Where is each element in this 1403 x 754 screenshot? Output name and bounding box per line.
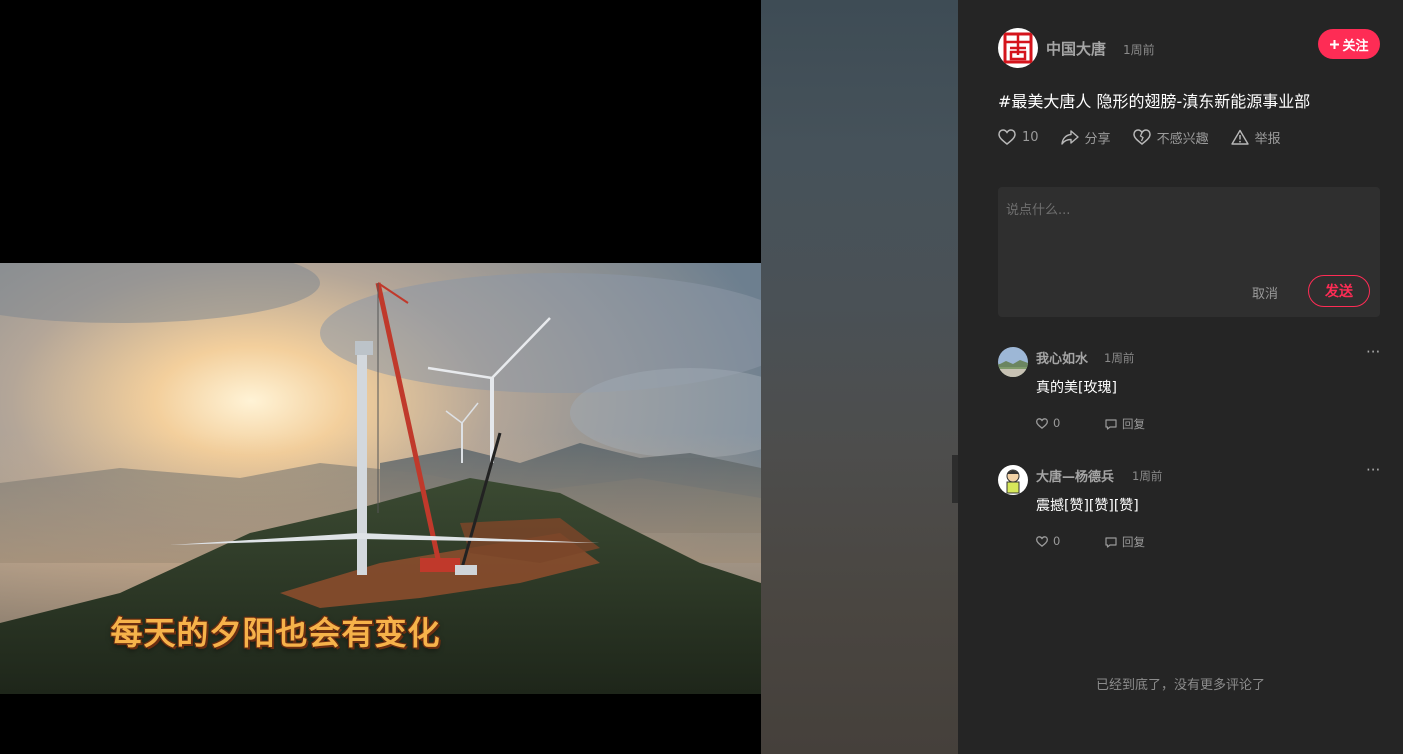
- follow-label: 关注: [1342, 38, 1369, 54]
- reply-label: 回复: [1122, 535, 1145, 549]
- not-interested-label: 不感兴趣: [1156, 131, 1209, 147]
- comment-input[interactable]: [998, 187, 1380, 267]
- action-bar: 10 分享 不感兴趣 举报: [998, 127, 1303, 147]
- more-options-icon[interactable]: ···: [1366, 461, 1380, 479]
- author-avatar[interactable]: [998, 28, 1038, 68]
- warning-icon: [1230, 129, 1249, 145]
- comment-text: 真的美[玫瑰]: [1036, 380, 1117, 396]
- broken-heart-icon: [1132, 129, 1151, 145]
- cancel-button[interactable]: 取消: [1252, 283, 1278, 302]
- like-count: 10: [1022, 129, 1039, 145]
- comment-like-button[interactable]: 0: [1036, 416, 1060, 430]
- end-of-comments-text: 已经到底了，没有更多评论了: [1095, 678, 1265, 693]
- commenter-avatar[interactable]: [998, 465, 1028, 495]
- datang-logo-icon: [1003, 32, 1033, 64]
- post-title: #最美大唐人 隐形的翅膀-滇东新能源事业部: [998, 92, 1311, 111]
- plus-icon: [1330, 39, 1340, 49]
- reply-bubble-icon: [1105, 536, 1117, 548]
- video-subtitle: 每天的夕阳也会有变化: [110, 614, 441, 652]
- comment-reply-button[interactable]: 回复: [1105, 416, 1145, 432]
- send-button[interactable]: 发送: [1308, 275, 1370, 307]
- share-button[interactable]: 分享: [1060, 128, 1111, 147]
- comment-reply-button[interactable]: 回复: [1105, 534, 1145, 550]
- comment-time: 1周前: [1132, 469, 1163, 483]
- comment-panel: 中国大唐 1周前 关注 #最美大唐人 隐形的翅膀-滇东新能源事业部 10 分享 …: [958, 0, 1403, 754]
- share-label: 分享: [1084, 131, 1111, 147]
- comment-like-count: 0: [1053, 416, 1061, 430]
- commenter-avatar[interactable]: [998, 347, 1028, 377]
- reply-label: 回复: [1122, 417, 1145, 431]
- not-interested-button[interactable]: 不感兴趣: [1132, 128, 1209, 147]
- commenter-name[interactable]: 大唐—杨德兵: [1036, 466, 1114, 485]
- comment-like-button[interactable]: 0: [1036, 534, 1060, 548]
- like-button[interactable]: 10: [998, 129, 1039, 145]
- blurred-background: [761, 0, 958, 754]
- post-time: 1周前: [1123, 43, 1155, 57]
- follow-button[interactable]: 关注: [1318, 29, 1380, 59]
- report-button[interactable]: 举报: [1230, 128, 1281, 147]
- author-name[interactable]: 中国大唐: [1046, 38, 1106, 59]
- heart-icon: [1036, 417, 1048, 429]
- share-icon: [1060, 130, 1079, 145]
- more-options-icon[interactable]: ···: [1366, 343, 1380, 361]
- landscape-avatar-icon: [998, 347, 1028, 377]
- comment-time: 1周前: [1104, 351, 1135, 365]
- heart-icon: [1036, 535, 1048, 547]
- reply-bubble-icon: [1105, 418, 1117, 430]
- heart-icon: [998, 129, 1016, 145]
- commenter-name[interactable]: 我心如水: [1036, 348, 1088, 367]
- report-label: 举报: [1254, 131, 1281, 147]
- comment-text: 震撼[赞][赞][赞]: [1036, 498, 1139, 514]
- cartoon-avatar-icon: [998, 465, 1028, 495]
- comment-like-count: 0: [1053, 534, 1061, 548]
- comment-composer: 取消 发送: [998, 187, 1380, 317]
- video-player[interactable]: 每天的夕阳也会有变化: [0, 0, 761, 754]
